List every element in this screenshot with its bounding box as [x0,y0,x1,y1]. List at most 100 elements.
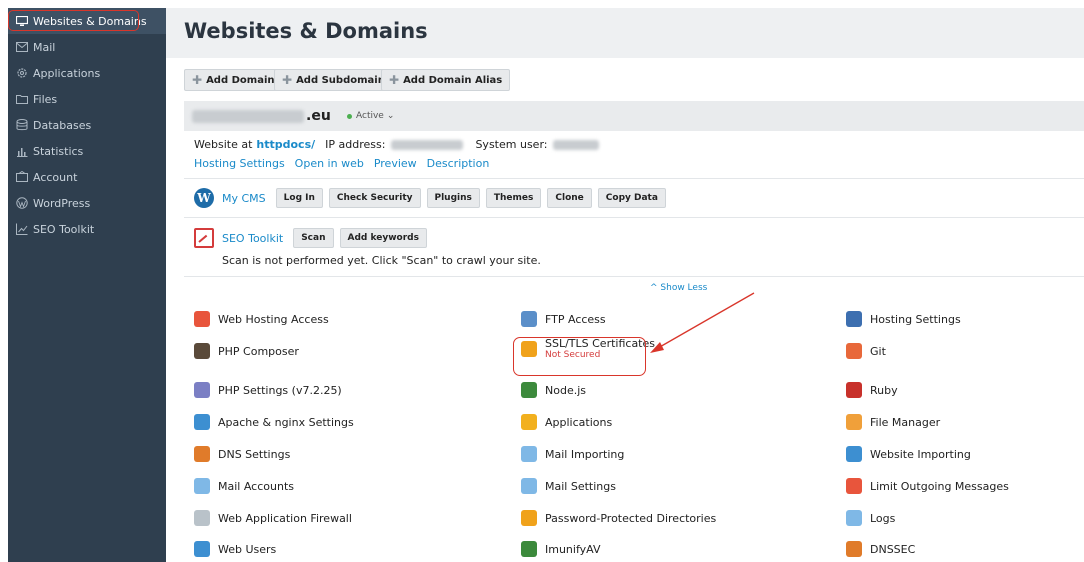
my-cms-link[interactable]: My CMS [222,192,266,205]
clone-button[interactable]: Clone [547,188,592,208]
status-dropdown[interactable]: Active ⌄ [347,111,394,121]
tool-mail-settings[interactable]: Mail Settings [521,478,616,494]
sidebar-item-label: Files [33,92,58,106]
scan-button[interactable]: Scan [293,228,334,248]
tool-imunifyav[interactable]: ImunifyAV [521,541,601,557]
add-domain-alias-button[interactable]: ✚ Add Domain Alias [381,69,511,91]
tool-password-protected-directories[interactable]: Password-Protected Directories [521,510,716,526]
sidebar-item-label: Applications [33,66,101,80]
button-label: Add Subdomain [296,74,385,86]
sidebar-item-label: Account [33,170,78,184]
tool-ftp-access[interactable]: FTP Access [521,311,606,327]
tool-web-users[interactable]: Web Users [194,541,276,557]
check-security-button[interactable]: Check Security [328,188,421,208]
plugins-button[interactable]: Plugins [426,188,480,208]
themes-button[interactable]: Themes [485,188,542,208]
tool-dnssec[interactable]: DNSSEC [846,541,915,557]
tool-node-js[interactable]: Node.js [521,382,586,398]
tool-label: Mail Settings [545,479,616,493]
tool-label: Logs [870,511,896,525]
tool-mail-importing[interactable]: Mail Importing [521,446,624,462]
tool-website-importing[interactable]: Website Importing [846,446,971,462]
sidebar-item-label: Databases [33,118,92,132]
add-domain-button[interactable]: ✚ Add Domain [184,69,283,91]
hosting-settings-link[interactable]: Hosting Settings [194,157,285,170]
redacted-user [553,139,600,150]
logs-icon [846,510,862,526]
tool-hosting-settings[interactable]: Hosting Settings [846,311,961,327]
tool-label: Applications [545,415,613,429]
sidebar-item-seo-toolkit[interactable]: SEO Toolkit [8,216,166,242]
sidebar-item-databases[interactable]: Databases [8,112,166,138]
plus-icon: ✚ [389,73,400,87]
tool-label-wrap: Mail Importing [545,448,624,461]
preview-link[interactable]: Preview [374,157,417,170]
tool-ruby[interactable]: Ruby [846,382,898,398]
tool-label: Password-Protected Directories [545,511,717,525]
tool-label-wrap: SSL/TLS Certificates Not Secured [545,337,655,360]
sidebar-item-account[interactable]: Account [8,164,166,190]
tool-web-application-firewall[interactable]: Web Application Firewall [194,510,352,526]
sidebar-item-websites-domains[interactable]: Websites & Domains [8,8,166,34]
tool-label: Apache & nginx Settings [218,415,354,429]
tool-file-manager[interactable]: File Manager [846,414,940,430]
mail-importing-icon [521,446,537,462]
divider [184,276,1084,277]
open-in-web-link[interactable]: Open in web [295,157,364,170]
docroot-link[interactable]: httpdocs/ [256,138,315,151]
tool-web-hosting-access[interactable]: Web Hosting Access [194,311,329,327]
web-application-firewall-icon [194,510,210,526]
button-label: Add Domain [206,74,275,86]
description-link[interactable]: Description [427,157,490,170]
tool-label: ImunifyAV [545,542,601,556]
account-icon [16,171,28,183]
tool-php-settings-v7-2-25[interactable]: PHP Settings (v7.2.25) [194,382,342,398]
seo-toolkit-link[interactable]: SEO Toolkit [222,232,283,245]
copy-data-button[interactable]: Copy Data [597,188,666,208]
tool-label: DNS Settings [218,447,291,461]
tool-label-wrap: Web Users [218,543,276,556]
tool-limit-outgoing-messages[interactable]: Limit Outgoing Messages [846,478,1009,494]
log-in-button[interactable]: Log In [275,188,323,208]
sidebar-item-label: Statistics [33,144,84,158]
tool-label: Node.js [545,383,586,397]
tool-apache-nginx-settings[interactable]: Apache & nginx Settings [194,414,354,430]
show-less-link[interactable]: ^ Show Less [650,283,707,293]
web-hosting-access-icon [194,311,210,327]
sidebar-item-mail[interactable]: Mail [8,34,166,60]
sidebar-item-applications[interactable]: Applications [8,60,166,86]
add-keywords-button[interactable]: Add keywords [339,228,427,248]
tool-ssl-tls-certificates[interactable]: SSL/TLS Certificates Not Secured [521,337,655,360]
tool-dns-settings[interactable]: DNS Settings [194,446,290,462]
website-importing-icon [846,446,862,462]
system-user-label: System user: [475,138,548,151]
redacted-domain [192,109,304,123]
tool-label: Web Application Firewall [218,511,352,525]
mail-icon [16,41,28,53]
sidebar-item-files[interactable]: Files [8,86,166,112]
tool-label: Limit Outgoing Messages [870,479,1009,493]
top-strip [0,0,1084,8]
tool-label-wrap: Node.js [545,384,586,397]
tool-label-wrap: ImunifyAV [545,543,601,556]
tool-mail-accounts[interactable]: Mail Accounts [194,478,294,494]
limit-outgoing-messages-icon [846,478,862,494]
sidebar-item-wordpress[interactable]: WordPress [8,190,166,216]
add-subdomain-button[interactable]: ✚ Add Subdomain [274,69,393,91]
tool-logs[interactable]: Logs [846,510,895,526]
sidebar-item-label: SEO Toolkit [33,222,95,236]
tool-label-wrap: Web Application Firewall [218,512,352,525]
seo-scan-note: Scan is not performed yet. Click "Scan" … [222,254,541,267]
sidebar: Websites & Domains Mail Applications Fil… [8,8,166,562]
tool-git[interactable]: Git [846,343,886,359]
tool-php-composer[interactable]: PHP Composer [194,343,299,359]
gear-icon [16,67,28,79]
mail-accounts-icon [194,478,210,494]
plus-icon: ✚ [282,73,293,87]
website-at-label: Website at [194,138,253,151]
sidebar-item-statistics[interactable]: Statistics [8,138,166,164]
domain-name[interactable]: .eu [192,108,331,124]
divider [184,178,1084,179]
tool-applications[interactable]: Applications [521,414,612,430]
sidebar-item-label: WordPress [33,196,91,210]
